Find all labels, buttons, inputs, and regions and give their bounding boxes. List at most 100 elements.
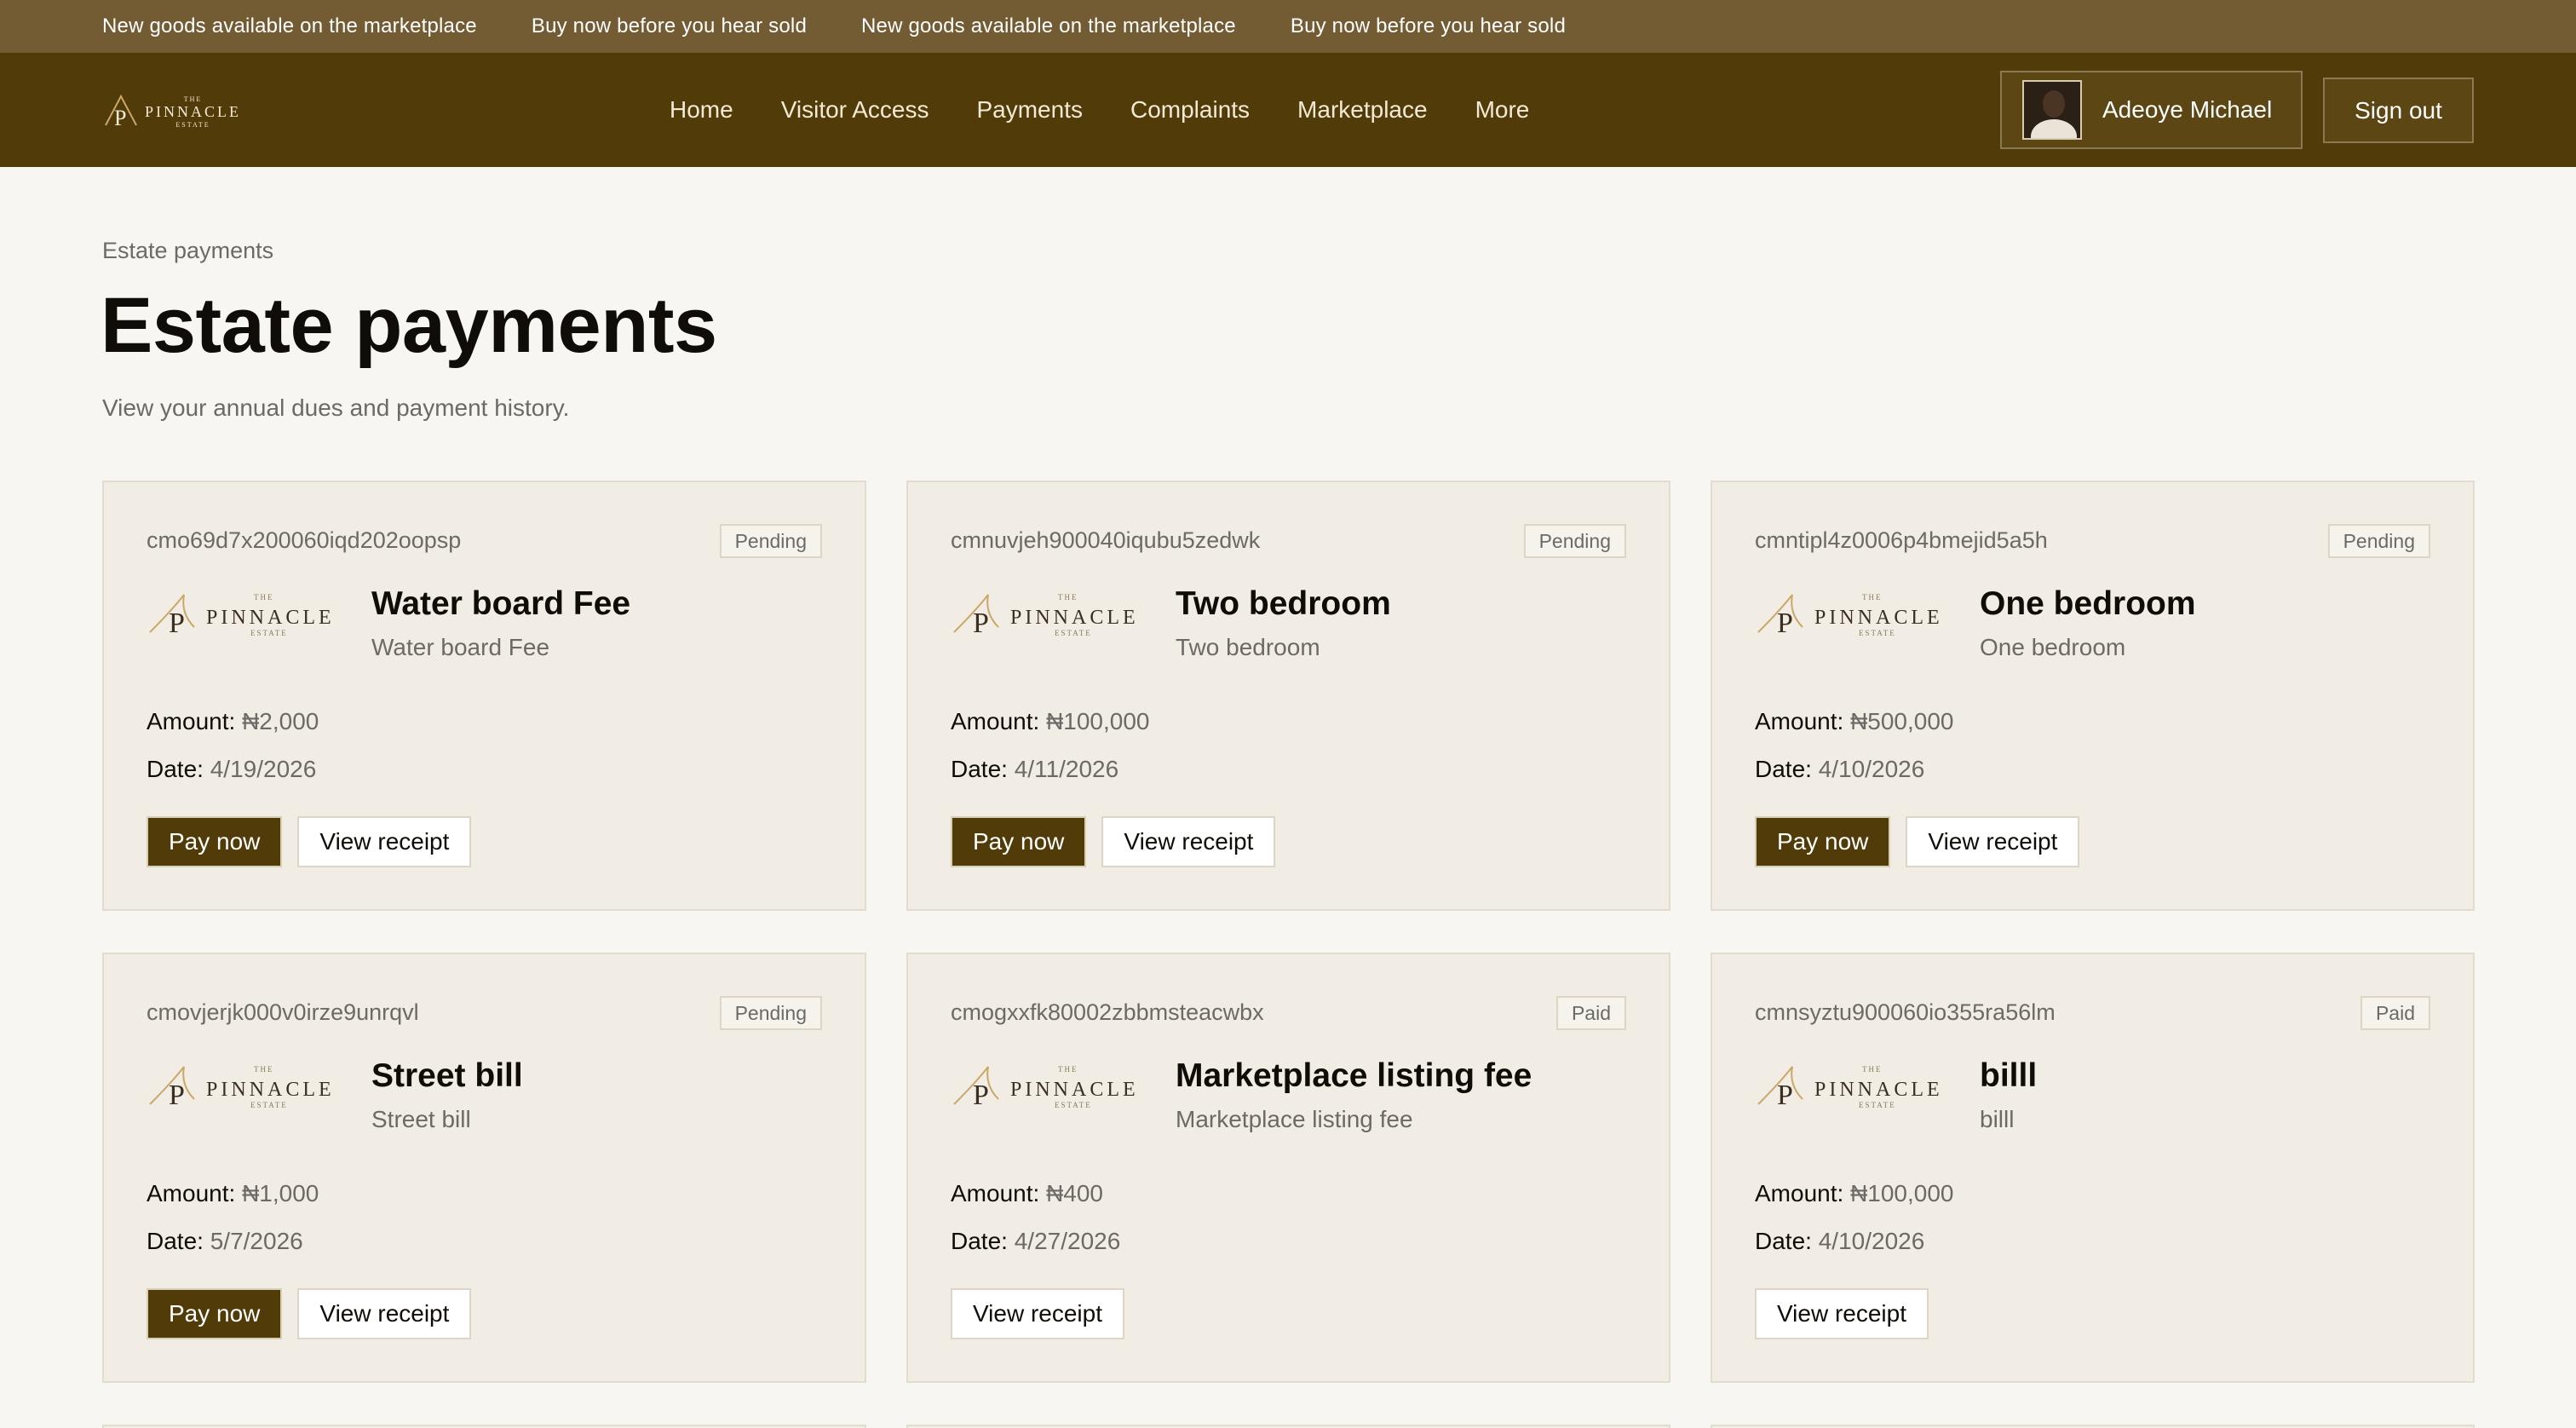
view-receipt-button[interactable]: View receipt [1755,1288,1929,1339]
date-value: 4/19/2026 [210,756,317,782]
estate-logo-icon: P THE PINNACLE ESTATE [1757,593,1943,639]
svg-text:PINNACLE: PINNACLE [206,1079,335,1101]
nav-visitor-access[interactable]: Visitor Access [781,96,929,124]
nav-more[interactable]: More [1475,96,1530,124]
amount-label: Amount: [147,708,236,734]
logo-bottom-word: ESTATE [175,120,210,129]
payment-subtitle: One bedroom [1980,634,2126,660]
announcement-ticker: New goods available on the marketplace B… [0,0,2576,53]
card-actions: View receipt [951,1288,1125,1339]
card-actions: Pay now View receipt [951,816,1276,867]
payment-id: cmogxxfk80002zbbmsteacwbx [951,999,1264,1025]
date-value: 4/10/2026 [1818,756,1925,782]
nav-marketplace[interactable]: Marketplace [1297,96,1428,124]
svg-text:ESTATE: ESTATE [1859,629,1896,637]
date-label: Date: [147,1228,204,1254]
svg-text:PINNACLE: PINNACLE [1814,607,1943,629]
svg-text:THE: THE [254,593,274,602]
main-nav: Home Visitor Access Payments Complaints … [670,53,1529,167]
svg-text:THE: THE [1862,593,1883,602]
svg-text:P: P [973,1080,989,1111]
payment-card: cmovjerjk000v0irze9unrqvl Pending P THE … [102,953,866,1383]
amount-row: Amount: ₦100,000 [1755,1180,1954,1207]
amount-label: Amount: [1755,708,1844,734]
user-profile-button[interactable]: Adeoye Michael [2000,71,2303,149]
card-actions: Pay now View receipt [147,816,472,867]
view-receipt-button[interactable]: View receipt [1906,816,2080,867]
date-label: Date: [951,1228,1008,1254]
view-receipt-button[interactable]: View receipt [951,1288,1125,1339]
pay-now-button[interactable]: Pay now [1755,816,1891,867]
payment-title: Street bill [371,1057,523,1094]
nav-payments[interactable]: Payments [976,96,1083,124]
amount-value: ₦100,000 [1850,1180,1954,1206]
card-actions: View receipt [1755,1288,1929,1339]
date-row: Date: 4/27/2026 [951,1228,1120,1255]
date-row: Date: 4/10/2026 [1755,756,1924,783]
view-receipt-button[interactable]: View receipt [1101,816,1276,867]
svg-text:THE: THE [1058,593,1078,602]
card-actions: Pay now View receipt [147,1288,472,1339]
svg-text:P: P [973,607,989,639]
avatar [2022,80,2082,140]
svg-text:P: P [169,607,185,639]
svg-text:THE: THE [1862,1065,1883,1074]
amount-value: ₦400 [1046,1180,1103,1206]
view-receipt-button[interactable]: View receipt [297,816,472,867]
logo-wordmark: PINNACLE [145,102,241,120]
svg-text:THE: THE [254,1065,274,1074]
svg-text:ESTATE: ESTATE [250,1101,288,1109]
amount-label: Amount: [1755,1180,1844,1206]
user-name: Adeoye Michael [2102,96,2273,123]
estate-logo-icon: P THE PINNACLE ESTATE [953,1065,1136,1111]
pay-now-button[interactable]: Pay now [147,1288,283,1339]
ticker-item: Buy now before you hear sold [531,14,807,37]
payment-title: Water board Fee [371,585,631,622]
date-value: 4/27/2026 [1014,1228,1121,1254]
svg-text:PINNACLE: PINNACLE [1814,1079,1943,1101]
amount-row: Amount: ₦1,000 [147,1180,319,1207]
amount-row: Amount: ₦2,000 [147,708,319,735]
payment-title: Marketplace listing fee [1176,1057,1532,1094]
status-badge: Pending [719,524,822,558]
pay-now-button[interactable]: Pay now [147,816,283,867]
date-value: 4/11/2026 [1014,756,1119,782]
payment-card: cmnuvjeh900040iqubu5zedwk Pending P THE … [906,481,1670,911]
amount-label: Amount: [147,1180,236,1206]
amount-row: Amount: ₦400 [951,1180,1103,1207]
status-badge: Pending [2327,524,2430,558]
nav-home[interactable]: Home [670,96,733,124]
estate-logo-icon: P THE PINNACLE ESTATE [149,1065,335,1111]
payment-subtitle: Marketplace listing fee [1176,1106,1413,1132]
nav-complaints[interactable]: Complaints [1130,96,1250,124]
card-actions: Pay now View receipt [1755,816,2080,867]
svg-text:ESTATE: ESTATE [1859,1101,1896,1109]
date-label: Date: [147,756,204,782]
svg-text:ESTATE: ESTATE [1055,629,1092,637]
payment-subtitle: billl [1980,1106,2015,1132]
payment-id: cmntipl4z0006p4bmejid5a5h [1755,527,2048,553]
logo-top-word: THE [183,95,203,103]
payment-title: billl [1980,1057,2038,1094]
ticker-item: New goods available on the marketplace [861,14,1236,37]
breadcrumb: Estate payments [102,238,274,263]
status-badge: Pending [1523,524,1626,558]
date-row: Date: 5/7/2026 [147,1228,303,1255]
status-badge: Paid [1555,996,1626,1030]
avatar-head-shape [2043,90,2065,118]
amount-label: Amount: [951,708,1040,734]
amount-value: ₦500,000 [1850,708,1954,734]
payment-card: cmogxxfk80002zbbmsteacwbx Paid P THE PIN… [906,953,1670,1383]
pay-now-button[interactable]: Pay now [951,816,1087,867]
site-logo[interactable]: P THE PINNACLE ESTATE [102,91,241,132]
estate-logo-icon: P THE PINNACLE ESTATE [1757,1065,1943,1111]
svg-text:P: P [114,106,126,130]
date-label: Date: [1755,1228,1812,1254]
status-badge: Pending [719,996,822,1030]
sign-out-button[interactable]: Sign out [2323,78,2474,143]
date-row: Date: 4/19/2026 [147,756,316,783]
svg-text:PINNACLE: PINNACLE [1010,607,1139,629]
estate-logo-icon: P THE PINNACLE ESTATE [953,593,1139,639]
view-receipt-button[interactable]: View receipt [297,1288,472,1339]
estate-logo-icon: P THE PINNACLE ESTATE [149,593,331,639]
